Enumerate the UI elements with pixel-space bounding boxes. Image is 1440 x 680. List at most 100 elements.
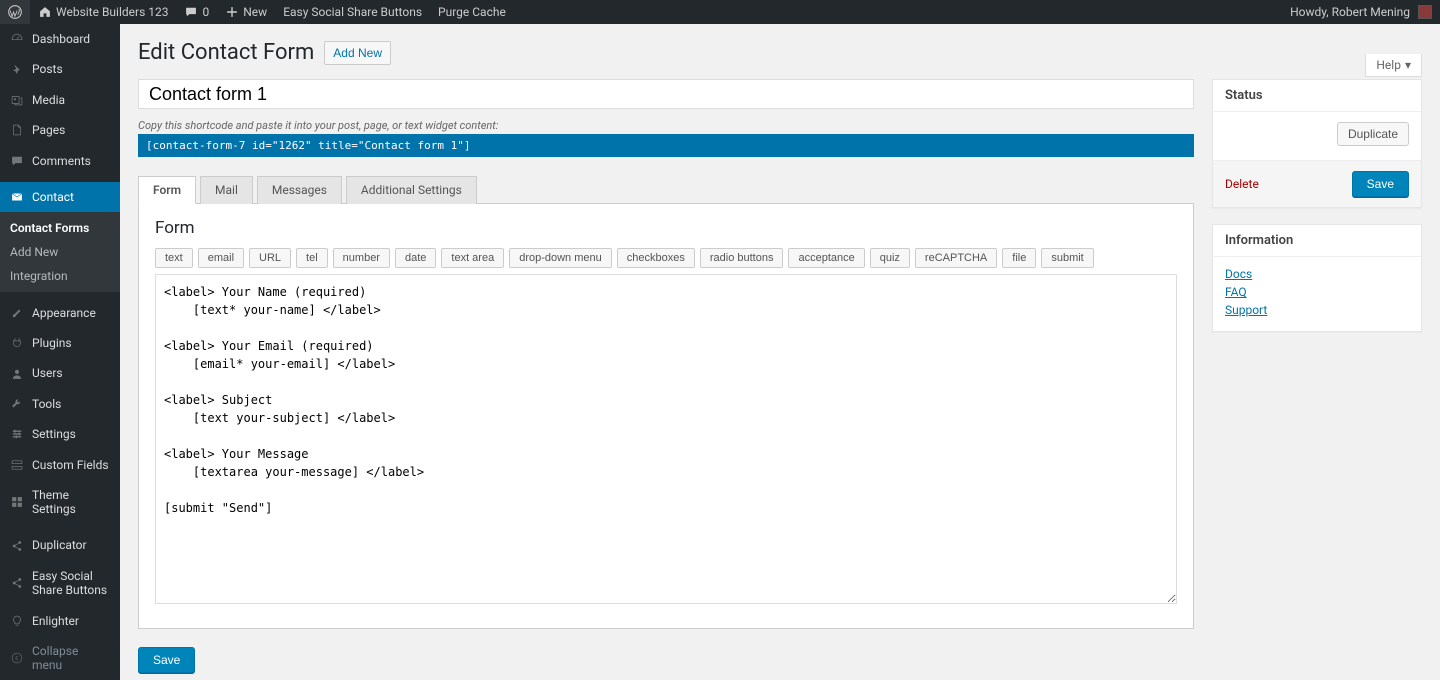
user-greeting[interactable]: Howdy, Robert Mening — [1282, 0, 1440, 24]
sidebar-item-custom-fields[interactable]: Custom Fields — [0, 450, 120, 480]
chevron-down-icon: ▾ — [1405, 58, 1411, 72]
sidebar-item-label: Enlighter — [32, 614, 79, 628]
tag-btn-submit[interactable]: submit — [1041, 248, 1093, 268]
add-new-button[interactable]: Add New — [324, 41, 391, 65]
tag-btn-acceptance[interactable]: acceptance — [788, 248, 864, 268]
sidebar-item-label: Easy Social Share Buttons — [32, 569, 110, 598]
collapse-icon — [10, 651, 24, 665]
sidebar-item-theme-settings[interactable]: Theme Settings — [0, 480, 120, 525]
sidebar-item-tools[interactable]: Tools — [0, 389, 120, 419]
share-icon — [10, 539, 24, 553]
sidebar-item-label: Theme Settings — [32, 488, 110, 517]
sidebar-item-easy-social-share-buttons[interactable]: Easy Social Share Buttons — [0, 561, 120, 606]
form-title-input[interactable] — [138, 79, 1194, 109]
sidebar-item-duplicator[interactable]: Duplicator — [0, 530, 120, 560]
sidebar-item-label: Duplicator — [32, 538, 87, 552]
settings-icon — [10, 427, 24, 441]
tag-btn-quiz[interactable]: quiz — [870, 248, 910, 268]
collapse-menu[interactable]: Collapse menu — [0, 636, 120, 680]
sidebar-item-label: Posts — [32, 62, 63, 76]
comment-icon — [10, 154, 24, 168]
tag-btn-text-area[interactable]: text area — [441, 248, 504, 268]
home-icon — [38, 5, 52, 19]
tag-btn-text[interactable]: text — [155, 248, 193, 268]
status-title: Status — [1213, 80, 1421, 112]
submenu-item-add-new[interactable]: Add New — [0, 240, 120, 264]
sidebar-item-pages[interactable]: Pages — [0, 115, 120, 145]
help-tab[interactable]: Help ▾ — [1365, 54, 1422, 77]
sidebar-item-media[interactable]: Media — [0, 85, 120, 115]
fields-icon — [10, 458, 24, 472]
wordpress-icon — [8, 5, 22, 19]
sidebar-item-comments[interactable]: Comments — [0, 146, 120, 176]
info-link-support[interactable]: Support — [1225, 303, 1409, 317]
sidebar-item-dashboard[interactable]: Dashboard — [0, 24, 120, 54]
brush-icon — [10, 306, 24, 320]
sidebar-item-label: Contact — [32, 190, 74, 204]
sidebar-item-label: Media — [32, 93, 65, 107]
tab-form[interactable]: Form — [138, 176, 196, 204]
panel-title: Form — [155, 218, 1177, 238]
sidebar-item-plugins[interactable]: Plugins — [0, 328, 120, 358]
page-icon — [10, 123, 24, 137]
tag-btn-tel[interactable]: tel — [296, 248, 328, 268]
share2-icon — [10, 576, 24, 590]
content-area: Help ▾ Edit Contact Form Add New Copy th… — [120, 24, 1440, 680]
admin-sidebar: Dashboard Posts Media Pages Comments Contact C… — [0, 24, 120, 680]
sidebar-item-label: Dashboard — [32, 32, 90, 46]
delete-link[interactable]: Delete — [1225, 177, 1259, 191]
comments-count[interactable]: 0 — [176, 0, 217, 24]
media-icon — [10, 93, 24, 107]
tag-btn-date[interactable]: date — [395, 248, 436, 268]
tab-messages[interactable]: Messages — [257, 176, 342, 204]
purge-cache-link[interactable]: Purge Cache — [430, 0, 514, 24]
sidebar-item-enlighter[interactable]: Enlighter — [0, 606, 120, 636]
sidebar-item-contact[interactable]: Contact — [0, 182, 120, 212]
dashboard-icon — [10, 32, 24, 46]
sidebar-item-label: Comments — [32, 154, 91, 168]
site-name[interactable]: Website Builders 123 — [30, 0, 176, 24]
sidebar-item-appearance[interactable]: Appearance — [0, 298, 120, 328]
duplicate-button[interactable]: Duplicate — [1337, 122, 1409, 146]
tag-buttons-row: textemailURLtelnumberdatetext areadrop-d… — [155, 248, 1177, 268]
form-panel: Form textemailURLtelnumberdatetext aread… — [138, 204, 1194, 629]
info-link-docs[interactable]: Docs — [1225, 267, 1409, 281]
tab-mail[interactable]: Mail — [200, 176, 253, 204]
form-body-textarea[interactable] — [155, 274, 1177, 604]
user-icon — [10, 367, 24, 381]
mail-icon — [10, 190, 24, 204]
tag-btn-checkboxes[interactable]: checkboxes — [617, 248, 695, 268]
info-link-faq[interactable]: FAQ — [1225, 285, 1409, 299]
tag-btn-radio-buttons[interactable]: radio buttons — [700, 248, 784, 268]
sidebar-item-label: Pages — [32, 123, 65, 137]
status-postbox: Status Duplicate Delete Save — [1212, 79, 1422, 208]
tag-btn-drop-down-menu[interactable]: drop-down menu — [509, 248, 612, 268]
sidebar-item-users[interactable]: Users — [0, 358, 120, 388]
bulb-icon — [10, 614, 24, 628]
tab-additional-settings[interactable]: Additional Settings — [346, 176, 477, 204]
tag-btn-email[interactable]: email — [198, 248, 244, 268]
sidebar-item-posts[interactable]: Posts — [0, 54, 120, 84]
avatar-icon — [1418, 5, 1432, 19]
information-postbox: Information DocsFAQSupport — [1212, 224, 1422, 332]
shortcode-box[interactable]: [contact-form-7 id="1262" title="Contact… — [138, 134, 1194, 157]
sidebar-item-label: Users — [32, 366, 63, 380]
wp-logo[interactable] — [0, 0, 30, 24]
sidebar-item-label: Settings — [32, 427, 76, 441]
new-content[interactable]: New — [217, 0, 275, 24]
tag-btn-number[interactable]: number — [333, 248, 390, 268]
ess-buttons-link[interactable]: Easy Social Share Buttons — [275, 0, 430, 24]
admin-bar: Website Builders 123 0 New Easy Social S… — [0, 0, 1440, 24]
sidebar-item-settings[interactable]: Settings — [0, 419, 120, 449]
tag-btn-file[interactable]: file — [1002, 248, 1036, 268]
submenu-item-contact-forms[interactable]: Contact Forms — [0, 216, 120, 240]
sidebar-item-label: Tools — [32, 397, 61, 411]
side-save-button[interactable]: Save — [1352, 171, 1409, 197]
submenu-item-integration[interactable]: Integration — [0, 264, 120, 288]
page-title: Edit Contact Form — [138, 40, 314, 65]
tag-btn-recaptcha[interactable]: reCAPTCHA — [915, 248, 997, 268]
save-button[interactable]: Save — [138, 647, 195, 673]
shortcode-description: Copy this shortcode and paste it into yo… — [138, 119, 1194, 132]
pin-icon — [10, 63, 24, 77]
tag-btn-url[interactable]: URL — [249, 248, 291, 268]
